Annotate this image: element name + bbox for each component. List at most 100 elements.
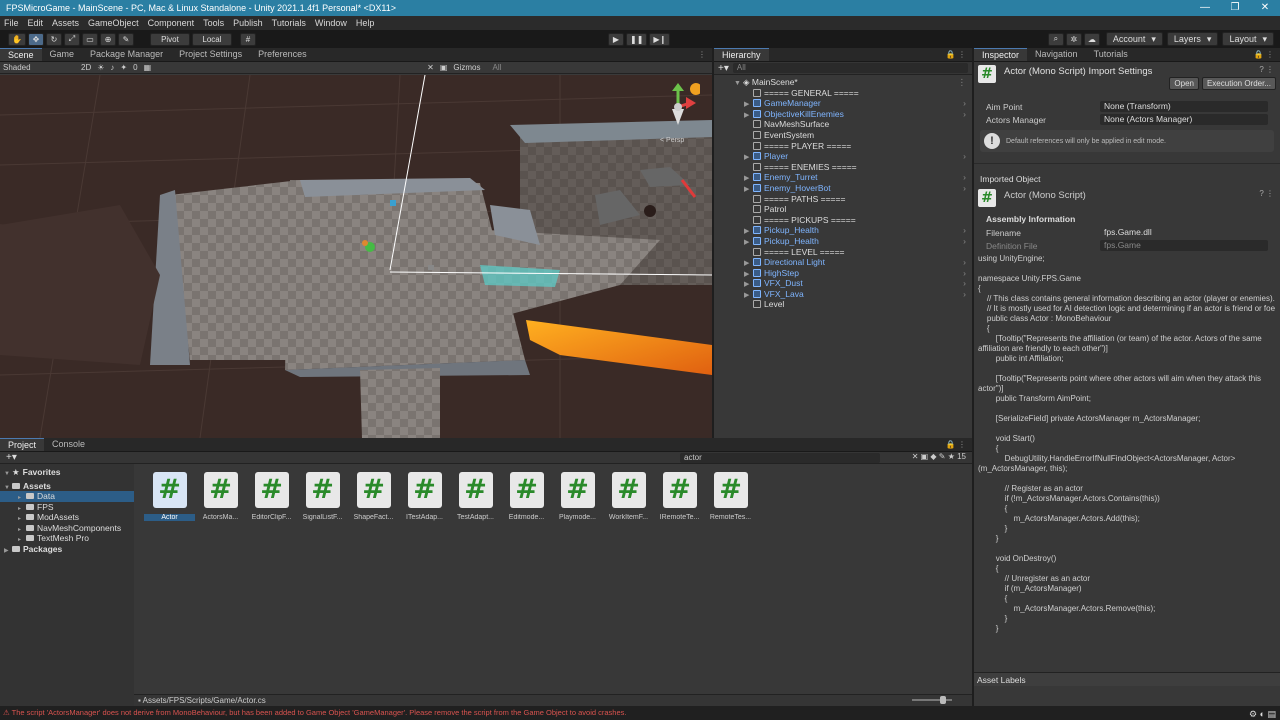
menu-edit[interactable]: Edit — [28, 18, 44, 28]
orientation-gizmo[interactable] — [660, 83, 702, 133]
pivot-toggle[interactable]: Pivot — [149, 32, 190, 46]
menu-publish[interactable]: Publish — [233, 18, 263, 28]
hierarchy-item[interactable]: ===== PATHS ===== — [714, 194, 972, 205]
status-icons[interactable]: ⚙ ◐ ▤ — [1249, 707, 1276, 720]
tab-console[interactable]: Console — [44, 438, 93, 451]
icon-size-slider[interactable] — [912, 696, 952, 704]
open-prefab-icon[interactable]: › — [963, 278, 966, 289]
asset-item[interactable]: # WorkItemF... — [603, 472, 654, 521]
tree-expand-icon[interactable]: ▶ — [4, 546, 12, 557]
grid-icon[interactable]: ▦ — [144, 63, 152, 72]
asset-item[interactable]: # ActorsMa... — [195, 472, 246, 521]
fx-icon[interactable]: ✦ — [120, 63, 127, 72]
hierarchy-item[interactable]: ▶ ObjectiveKillEnemies › — [714, 109, 972, 120]
help-icon[interactable]: ? ⋮ — [1259, 65, 1274, 74]
scene-viewport[interactable]: < Persp — [0, 75, 712, 438]
lock-icon[interactable]: 🔒 ⋮ — [946, 50, 966, 59]
create-icon[interactable]: +▾ — [6, 452, 17, 463]
camera-icon[interactable]: ▣ — [440, 63, 448, 72]
rotate-tool-icon[interactable]: ↻ — [45, 32, 62, 46]
step-button[interactable]: ▶❙ — [649, 33, 671, 46]
hierarchy-item[interactable]: ▶ HighStep › — [714, 268, 972, 279]
cloud-icon[interactable]: ☁ — [1083, 32, 1100, 46]
close-button[interactable]: ✕ — [1250, 0, 1280, 16]
menu-file[interactable]: File — [4, 18, 19, 28]
hierarchy-item[interactable]: ===== GENERAL ===== — [714, 88, 972, 99]
maximize-button[interactable]: ❐ — [1220, 0, 1250, 16]
hierarchy-item[interactable]: ▶ Pickup_Health › — [714, 236, 972, 247]
shading-dropdown[interactable]: Shaded — [3, 63, 75, 72]
play-button[interactable]: ▶ — [608, 33, 624, 46]
hierarchy-item[interactable]: ▶ VFX_Lava › — [714, 289, 972, 300]
filter-icons[interactable]: ✕ ▣ ◆ ✎ ★ 15 — [912, 452, 966, 461]
tab-package-manager[interactable]: Package Manager — [82, 48, 171, 61]
layers-dropdown[interactable]: Layers — [1166, 32, 1219, 46]
asset-labels[interactable]: Asset Labels — [974, 672, 1280, 686]
persp-label[interactable]: < Persp — [660, 137, 684, 144]
hierarchy-search[interactable]: All — [732, 63, 968, 73]
actors-manager-value[interactable]: None (Actors Manager) — [1100, 114, 1268, 125]
hierarchy-item[interactable]: ▶ Player › — [714, 151, 972, 162]
hierarchy-item[interactable]: Patrol — [714, 204, 972, 215]
grid-snap-icon[interactable]: # — [239, 32, 256, 46]
rect-tool-icon[interactable]: ▭ — [81, 32, 98, 46]
aim-point-value[interactable]: None (Transform) — [1100, 101, 1268, 112]
asset-item[interactable]: # Playmode... — [552, 472, 603, 521]
asset-item[interactable]: # RemoteTes... — [705, 472, 756, 521]
open-prefab-icon[interactable]: › — [963, 98, 966, 109]
asset-item[interactable]: # IRemoteTe... — [654, 472, 705, 521]
open-prefab-icon[interactable]: › — [963, 151, 966, 162]
scene-menu-icon[interactable]: ⋮ — [958, 77, 967, 88]
menu-assets[interactable]: Assets — [52, 18, 79, 28]
project-tree-item[interactable]: ▼ Assets — [0, 481, 134, 492]
hierarchy-item[interactable]: ===== LEVEL ===== — [714, 247, 972, 258]
open-prefab-icon[interactable]: › — [963, 236, 966, 247]
tab-hierarchy[interactable]: Hierarchy — [714, 48, 769, 61]
hierarchy-item[interactable]: ===== PICKUPS ===== — [714, 215, 972, 226]
asset-item[interactable]: # Actor — [144, 472, 195, 521]
hierarchy-item[interactable]: ▶ Enemy_HoverBot › — [714, 183, 972, 194]
asset-item[interactable]: # EditorClipF... — [246, 472, 297, 521]
asset-item[interactable]: # TestAdapt... — [450, 472, 501, 521]
tab-navigation[interactable]: Navigation — [1027, 48, 1086, 61]
open-prefab-icon[interactable]: › — [963, 257, 966, 268]
scale-tool-icon[interactable]: ⤢ — [63, 32, 80, 46]
hierarchy-item[interactable]: ===== PLAYER ===== — [714, 141, 972, 152]
tab-scene[interactable]: Scene — [0, 48, 42, 61]
hierarchy-item[interactable]: ▶ Pickup_Health › — [714, 225, 972, 236]
hierarchy-item[interactable]: ▶ GameManager › — [714, 98, 972, 109]
object-help-icon[interactable]: ? ⋮ — [1259, 189, 1274, 198]
hierarchy-item[interactable]: EventSystem — [714, 130, 972, 141]
project-search[interactable]: actor — [680, 453, 880, 463]
inspector-lock-icon[interactable]: 🔒 ⋮ — [1254, 50, 1274, 59]
menu-help[interactable]: Help — [356, 18, 375, 28]
tab-project-settings[interactable]: Project Settings — [171, 48, 250, 61]
project-tree-item[interactable]: ▸ TextMesh Pro — [0, 533, 134, 544]
hand-tool-icon[interactable]: ✋ — [8, 32, 26, 46]
tab-game[interactable]: Game — [42, 48, 83, 61]
menu-tutorials[interactable]: Tutorials — [272, 18, 306, 28]
move-tool-icon[interactable]: ✥ — [27, 32, 44, 46]
project-tree-item[interactable]: ▸ Data — [0, 491, 134, 502]
hierarchy-item[interactable]: Level — [714, 299, 972, 310]
tools-icon[interactable]: ✕ — [427, 63, 434, 72]
menu-gameobject[interactable]: GameObject — [88, 18, 139, 28]
project-lock-icon[interactable]: 🔒 ⋮ — [946, 440, 966, 449]
open-prefab-icon[interactable]: › — [963, 109, 966, 120]
tree-expand-icon[interactable]: ▼ — [4, 483, 12, 494]
minimize-button[interactable]: — — [1190, 0, 1220, 16]
transform-tool-icon[interactable]: ⊕ — [99, 32, 116, 46]
layout-dropdown[interactable]: Layout — [1222, 32, 1274, 46]
gizmos-dropdown[interactable]: Gizmos — [453, 63, 480, 72]
collab-icon[interactable]: ✲ — [1065, 32, 1082, 46]
hierarchy-item[interactable]: ▶ VFX_Dust › — [714, 278, 972, 289]
project-tree-item[interactable]: ▸ FPS — [0, 502, 134, 513]
project-tree-item[interactable]: ▸ NavMeshComponents — [0, 523, 134, 534]
tab-tutorials[interactable]: Tutorials — [1086, 48, 1136, 61]
custom-tool-icon[interactable]: ✎ — [117, 32, 134, 46]
open-prefab-icon[interactable]: › — [963, 289, 966, 300]
account-dropdown[interactable]: Account — [1105, 32, 1163, 46]
asset-item[interactable]: # SignalListF... — [297, 472, 348, 521]
lighting-icon[interactable]: ☀ — [97, 63, 104, 72]
open-prefab-icon[interactable]: › — [963, 225, 966, 236]
